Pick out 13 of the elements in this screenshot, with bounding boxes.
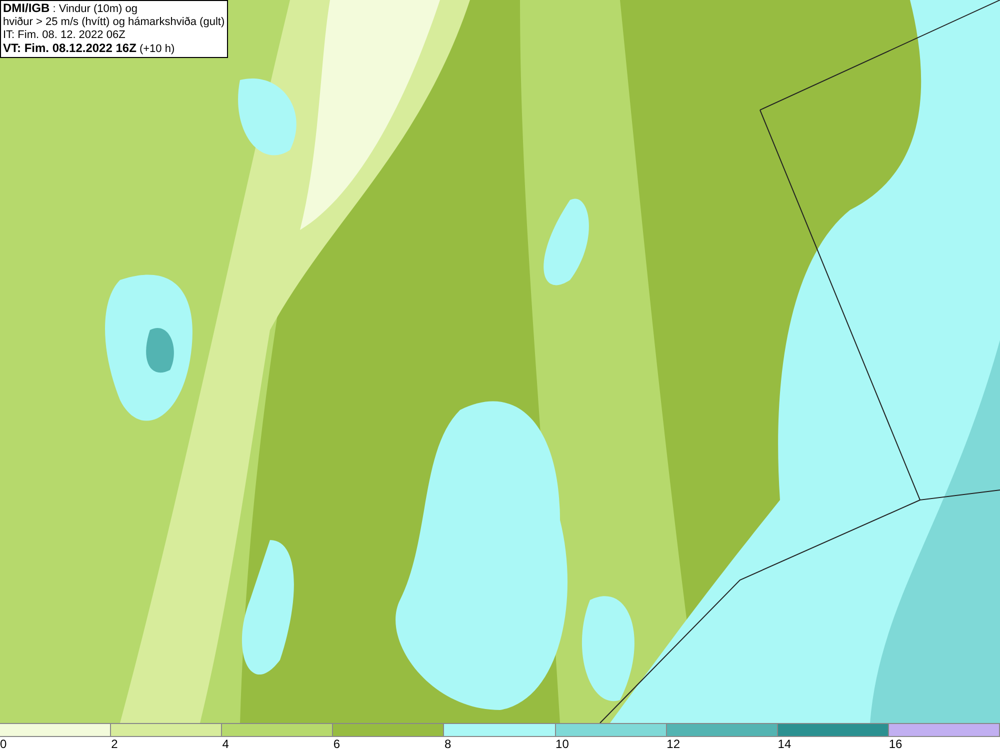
legend-label: 8 — [444, 737, 452, 752]
legend-label: 6 — [333, 737, 340, 752]
legend-label: 14 — [778, 737, 792, 752]
title-line: DMI/IGB : Vindur (10m) og — [3, 2, 139, 16]
legend-label: 4 — [222, 737, 229, 752]
legend-label: 16 — [888, 737, 902, 752]
legend-label: 12 — [666, 737, 680, 752]
title-line: VT: Fim. 08.12.2022 16Z (+10 h) — [3, 42, 176, 56]
legend-label: 2 — [111, 737, 118, 752]
legend-label: 0 — [0, 737, 7, 752]
title-line: IT: Fim. 08. 12. 2022 06Z — [3, 29, 126, 42]
title-line: hviður > 25 m/s (hvítt) og hámarkshviða (gult) — [3, 16, 225, 29]
legend-label: 10 — [556, 737, 569, 752]
